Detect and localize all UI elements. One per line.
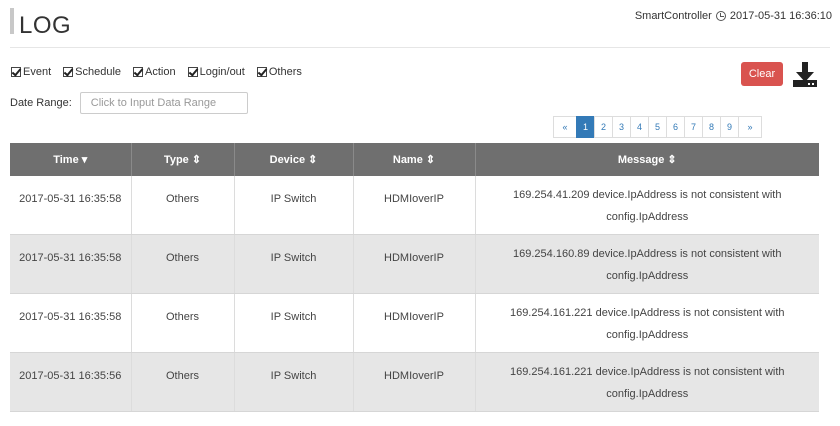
checkbox-icon[interactable] (133, 67, 144, 77)
filter-others[interactable]: Others (256, 66, 302, 78)
cell-time: 2017-05-31 16:35:58 (10, 234, 132, 294)
cell-device: IP Switch (234, 352, 354, 412)
filter-label: Others (268, 66, 302, 78)
download-icon[interactable] (792, 60, 818, 88)
message-line-2: config.IpAddress (606, 270, 689, 282)
checkbox-icon[interactable] (256, 67, 267, 77)
cell-type: Others (131, 293, 235, 353)
filter-event[interactable]: Event (11, 66, 51, 78)
cell-type: Others (131, 352, 235, 412)
pagination: « 1 2 3 4 5 6 7 8 9 » (553, 116, 762, 138)
cell-device: IP Switch (234, 176, 354, 235)
clear-button[interactable]: Clear (741, 62, 783, 86)
cell-name: HDMIoverIP (353, 352, 476, 412)
cell-time: 2017-05-31 16:35:56 (10, 352, 132, 412)
filter-label: Schedule (75, 66, 122, 78)
filter-bar: Event Schedule Action Login/out Others (11, 66, 302, 78)
header-divider (10, 47, 830, 48)
checkbox-icon[interactable] (187, 67, 198, 77)
cell-name: HDMIoverIP (353, 293, 476, 353)
filter-label: Login/out (199, 66, 245, 78)
cell-time: 2017-05-31 16:35:58 (10, 176, 132, 235)
message-line-2: config.IpAddress (606, 388, 689, 400)
header-datetime: 2017-05-31 16:36:10 (729, 10, 832, 22)
app-name: SmartController (634, 10, 712, 22)
checkbox-icon[interactable] (11, 67, 21, 77)
message-line-2: config.IpAddress (606, 211, 689, 223)
message-line-1: 169.254.161.221 device.IpAddress is not … (509, 366, 785, 378)
date-range: Date Range: Click to Input Data Range (10, 92, 248, 114)
pagination-page-4[interactable]: 4 (630, 116, 649, 138)
header-info: SmartController 2017-05-31 16:36:10 (635, 10, 832, 22)
pagination-page-5[interactable]: 5 (648, 116, 667, 138)
pagination-page-6[interactable]: 6 (666, 116, 685, 138)
table-row[interactable]: 2017-05-31 16:35:58 Others IP Switch HDM… (10, 176, 819, 235)
pagination-next[interactable]: » (738, 116, 762, 138)
cell-name: HDMIoverIP (353, 176, 476, 235)
cell-type: Others (131, 234, 235, 294)
column-header-name[interactable]: Name ⇕ (353, 143, 476, 176)
cell-time: 2017-05-31 16:35:58 (10, 293, 132, 353)
column-header-device[interactable]: Device ⇕ (234, 143, 354, 176)
date-range-input[interactable]: Click to Input Data Range (79, 92, 248, 114)
cell-device: IP Switch (234, 293, 354, 353)
column-header-message[interactable]: Message ⇕ (475, 143, 819, 176)
table-header-row: Time ▾ Type ⇕ Device ⇕ Name ⇕ Message ⇕ (10, 143, 819, 176)
cell-type: Others (131, 176, 235, 235)
pagination-prev[interactable]: « (553, 116, 577, 138)
pagination-page-1[interactable]: 1 (576, 116, 595, 138)
message-line-1: 169.254.160.89 device.IpAddress is not c… (513, 248, 782, 260)
message-line-1: 169.254.41.209 device.IpAddress is not c… (513, 189, 782, 201)
cell-message: 169.254.161.221 device.IpAddress is not … (475, 293, 819, 353)
filter-action[interactable]: Action (133, 66, 176, 78)
cell-name: HDMIoverIP (353, 234, 476, 294)
pagination-page-9[interactable]: 9 (720, 116, 739, 138)
cell-message: 169.254.161.221 device.IpAddress is not … (475, 352, 819, 412)
filter-label: Action (145, 66, 176, 78)
cell-message: 169.254.41.209 device.IpAddress is not c… (475, 176, 819, 235)
table-row[interactable]: 2017-05-31 16:35:58 Others IP Switch HDM… (10, 293, 819, 353)
message-line-1: 169.254.161.221 device.IpAddress is not … (509, 307, 785, 319)
cell-device: IP Switch (234, 234, 354, 294)
clock-icon (715, 11, 726, 21)
column-header-time[interactable]: Time ▾ (10, 143, 132, 176)
filter-schedule[interactable]: Schedule (63, 66, 121, 78)
filter-loginout[interactable]: Login/out (187, 66, 245, 78)
pagination-page-3[interactable]: 3 (612, 116, 631, 138)
pagination-page-7[interactable]: 7 (684, 116, 703, 138)
pagination-page-2[interactable]: 2 (594, 116, 613, 138)
page-title: LOG (19, 12, 72, 39)
message-line-2: config.IpAddress (606, 329, 689, 341)
pagination-page-8[interactable]: 8 (702, 116, 721, 138)
checkbox-icon[interactable] (63, 67, 74, 77)
date-range-label: Date Range: (10, 97, 72, 109)
title-accent-bar (10, 8, 14, 34)
cell-message: 169.254.160.89 device.IpAddress is not c… (475, 234, 819, 294)
table-row[interactable]: 2017-05-31 16:35:56 Others IP Switch HDM… (10, 352, 819, 412)
filter-label: Event (23, 66, 52, 78)
table-row[interactable]: 2017-05-31 16:35:58 Others IP Switch HDM… (10, 234, 819, 294)
column-header-type[interactable]: Type ⇕ (131, 143, 235, 176)
log-table: Time ▾ Type ⇕ Device ⇕ Name ⇕ Message ⇕ … (10, 143, 819, 412)
